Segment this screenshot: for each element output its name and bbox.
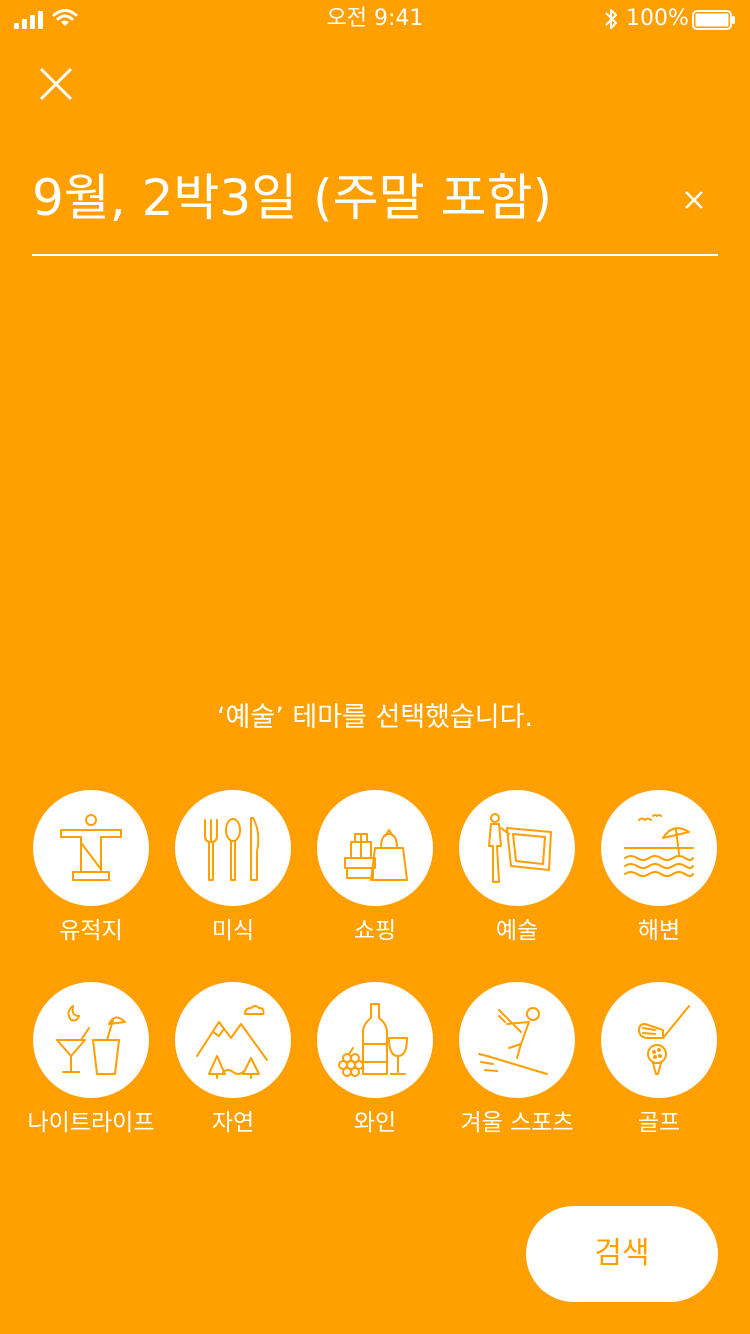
theme-winter-sports-circle: [459, 982, 575, 1098]
theme-grid: 유적지 미식 쇼핑 예술 해변 나이트라이프 자연 와인 겨울 스포츠 골프: [20, 790, 732, 1150]
theme-label: 유적지: [59, 918, 123, 944]
theme-beach-circle: [601, 790, 717, 906]
mountain-icon: [196, 1005, 268, 1079]
theme-art[interactable]: 예술: [446, 790, 588, 954]
cutlery-icon: [204, 817, 260, 881]
clear-icon: [685, 191, 703, 209]
search-button[interactable]: 검색: [526, 1206, 718, 1302]
beach-icon: [624, 814, 694, 877]
theme-label: 골프: [637, 1110, 681, 1136]
theme-beach[interactable]: 해변: [588, 790, 730, 954]
theme-winter-sports[interactable]: 겨울 스포츠: [446, 982, 588, 1146]
theme-label: 해변: [637, 918, 681, 944]
theme-label: 쇼핑: [353, 918, 397, 944]
wine-icon: [338, 1003, 408, 1077]
theme-golf-circle: [601, 982, 717, 1098]
close-button[interactable]: [30, 58, 82, 110]
theme-nightlife-circle: [33, 982, 149, 1098]
theme-gourmet-circle: [175, 790, 291, 906]
theme-heritage-circle: [33, 790, 149, 906]
clear-date-button[interactable]: [676, 182, 712, 218]
date-search-field[interactable]: 9월, 2박3일 (주말 포함): [32, 160, 718, 256]
status-bar: 오전 9:41 100%: [0, 0, 750, 40]
theme-label: 예술: [495, 918, 539, 944]
theme-shopping[interactable]: 쇼핑: [304, 790, 446, 954]
theme-nature-circle: [175, 982, 291, 1098]
theme-art-circle: [459, 790, 575, 906]
art-icon: [488, 813, 552, 883]
battery-percent: 100%: [626, 6, 689, 31]
date-input-value[interactable]: 9월, 2박3일 (주말 포함): [32, 166, 552, 230]
theme-label: 자연: [211, 1110, 255, 1136]
statue-icon: [60, 814, 122, 881]
theme-wine-circle: [317, 982, 433, 1098]
bluetooth-icon: [605, 9, 617, 29]
theme-heritage[interactable]: 유적지: [20, 790, 162, 954]
theme-gourmet[interactable]: 미식: [162, 790, 304, 954]
golf-icon: [638, 1005, 690, 1075]
battery-icon: [692, 10, 735, 30]
theme-label: 나이트라이프: [27, 1110, 155, 1136]
shopping-icon: [344, 829, 408, 881]
theme-nature[interactable]: 자연: [162, 982, 304, 1146]
theme-golf[interactable]: 골프: [588, 982, 730, 1146]
theme-label: 미식: [211, 918, 255, 944]
theme-label: 와인: [353, 1110, 397, 1136]
theme-selection-message: ‘예술’ 테마를 선택했습니다.: [216, 702, 534, 733]
theme-label: 겨울 스포츠: [460, 1110, 574, 1136]
ski-icon: [478, 1007, 548, 1075]
theme-shopping-circle: [317, 790, 433, 906]
theme-nightlife[interactable]: 나이트라이프: [20, 982, 162, 1146]
theme-wine[interactable]: 와인: [304, 982, 446, 1146]
cocktail-icon: [56, 1005, 126, 1075]
close-icon: [39, 67, 73, 101]
